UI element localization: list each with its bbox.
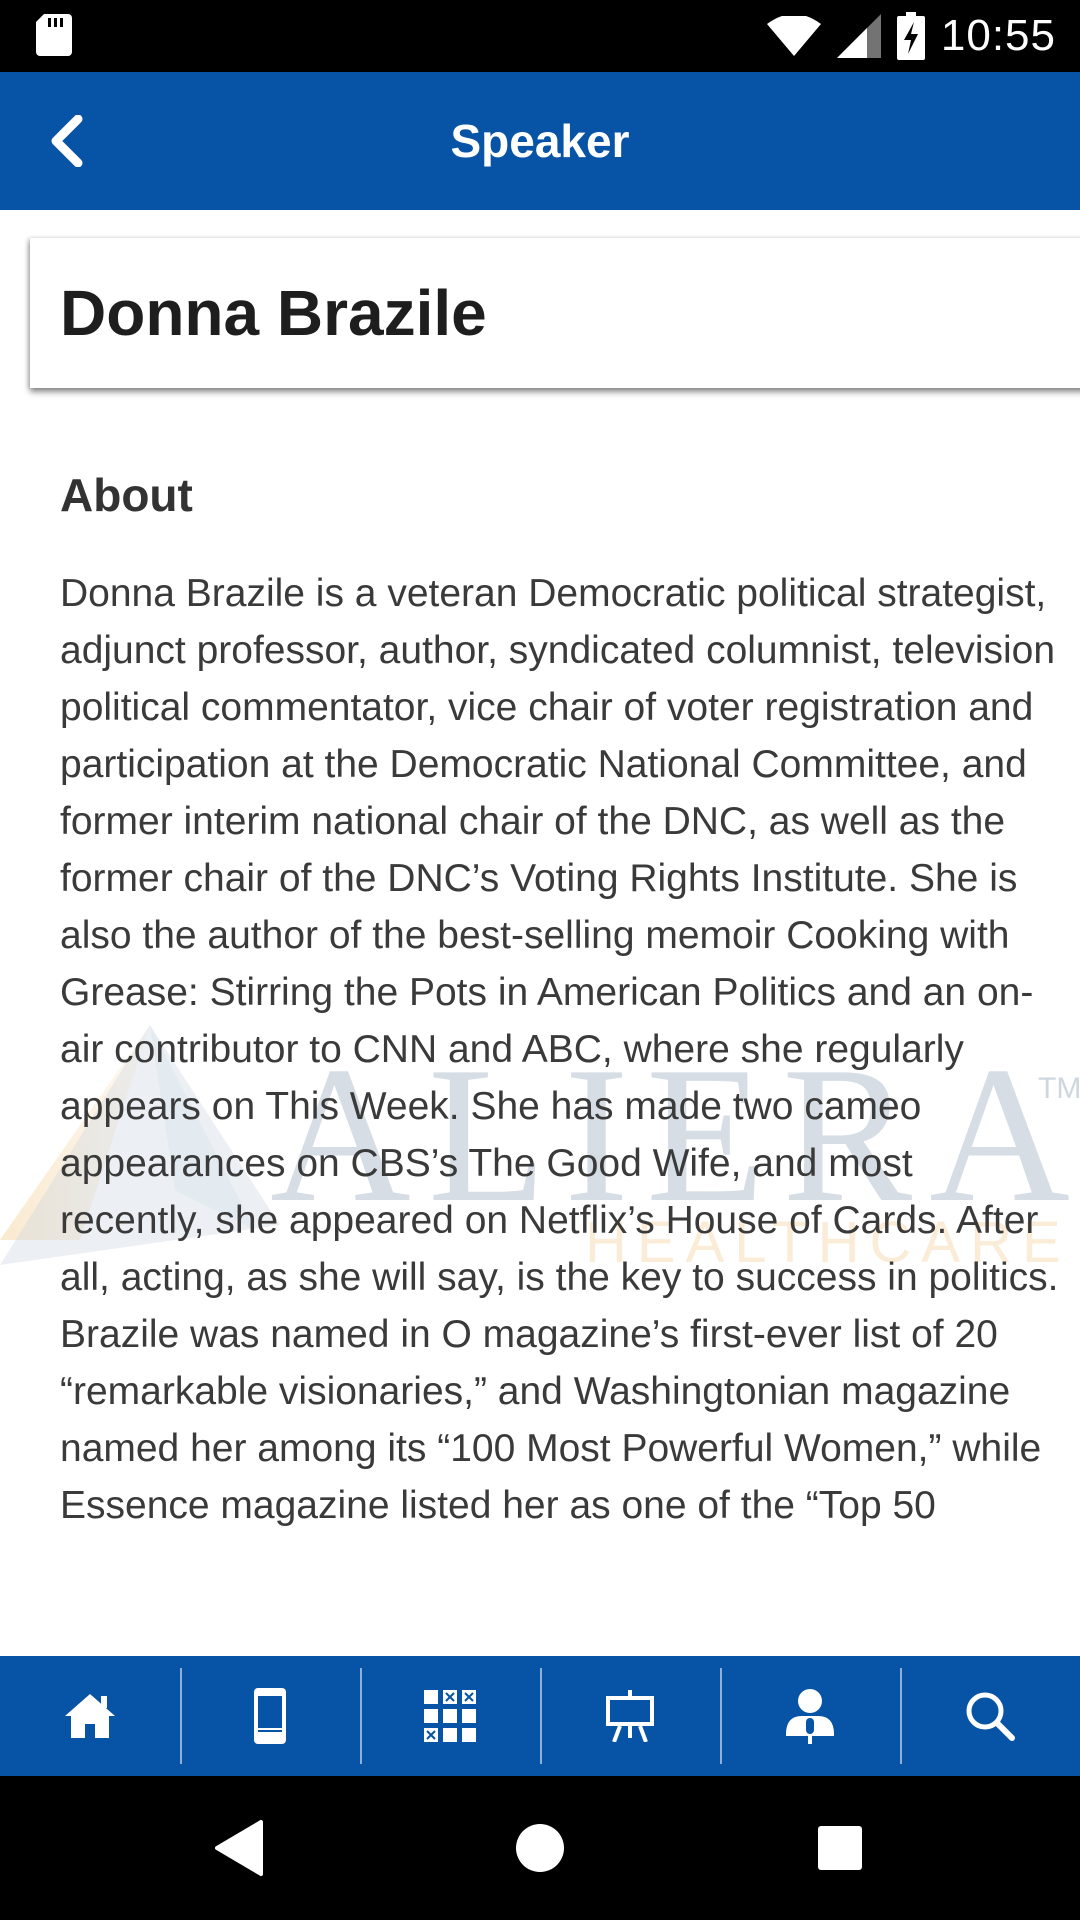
status-bar: 10:55 (0, 0, 1080, 72)
nav-recents-button[interactable] (804, 1812, 876, 1884)
tab-home[interactable] (0, 1656, 180, 1776)
app-bar: Speaker (0, 72, 1080, 210)
nav-home-button[interactable] (504, 1812, 576, 1884)
tab-presentation[interactable] (540, 1656, 720, 1776)
presentation-board-icon (606, 1690, 654, 1742)
home-circle-icon (516, 1824, 564, 1872)
speaker-detail-content[interactable]: Donna Brazile ALIERA TM HEALTHCARE About… (0, 210, 1080, 1656)
battery-charging-icon (896, 12, 925, 60)
tab-search[interactable] (900, 1656, 1080, 1776)
clock-time: 10:55 (940, 11, 1056, 60)
search-icon (966, 1692, 1015, 1741)
recents-square-icon (818, 1826, 862, 1870)
mobile-device-icon (254, 1688, 286, 1744)
tab-grid[interactable] (360, 1656, 540, 1776)
nav-back-button[interactable] (204, 1812, 276, 1884)
system-nav-bar (0, 1776, 1080, 1920)
grid-apps-icon (424, 1690, 476, 1742)
page-title: Speaker (450, 115, 630, 167)
tab-speakers[interactable] (720, 1656, 900, 1776)
tab-mobile[interactable] (180, 1656, 360, 1776)
sd-card-icon (36, 14, 72, 56)
speaker-name: Donna Brazile (60, 277, 487, 349)
speaker-person-icon (786, 1689, 834, 1744)
chevron-left-icon (51, 115, 83, 167)
speaker-bio: Donna Brazile is a veteran Democratic po… (60, 572, 1059, 1527)
home-icon (65, 1694, 115, 1738)
back-triangle-icon (215, 1820, 263, 1876)
bottom-tab-bar (0, 1656, 1080, 1776)
speaker-name-card: Donna Brazile (30, 238, 1080, 388)
signal-icon (836, 14, 881, 58)
back-button[interactable] (36, 108, 96, 174)
about-heading: About (60, 469, 193, 521)
wifi-icon (766, 16, 821, 56)
